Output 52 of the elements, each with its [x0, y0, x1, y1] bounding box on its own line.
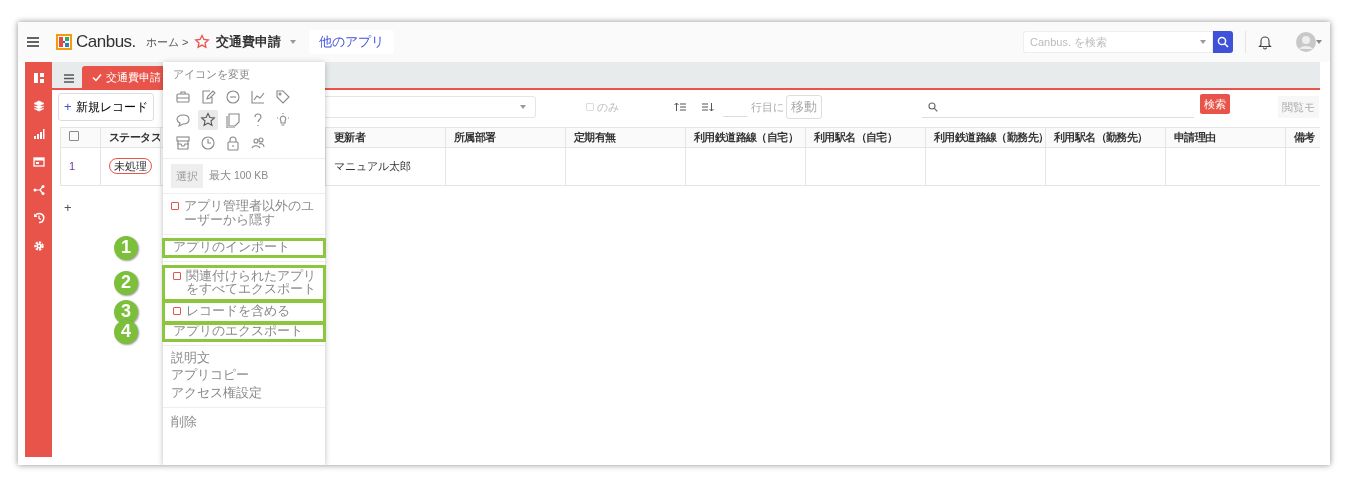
new-record-button[interactable]: + 新規レコード	[58, 93, 154, 121]
settings-icon[interactable]	[32, 240, 45, 252]
menu-label: アイコンを変更	[173, 67, 251, 82]
check-icon	[92, 72, 102, 82]
caret-icon[interactable]	[1316, 39, 1322, 45]
select-all-checkbox[interactable]	[69, 130, 79, 141]
only-checkbox[interactable]: のみ	[585, 98, 619, 116]
menu-item[interactable]: 説明文	[171, 351, 210, 366]
menu-icon[interactable]	[26, 36, 40, 48]
card-icon[interactable]	[32, 156, 45, 168]
checkbox[interactable]	[173, 271, 181, 280]
search-icon	[927, 101, 938, 112]
star-icon	[194, 34, 211, 50]
sort-descending-icon[interactable]	[701, 102, 714, 112]
checkbox[interactable]	[173, 307, 181, 315]
move-button[interactable]: 移動	[785, 94, 822, 120]
breadcrumb-link[interactable]: ホーム >	[145, 33, 189, 51]
table-cell: マニュアル太郎	[334, 160, 411, 173]
tab-label: 交通費申請	[106, 69, 161, 85]
other-apps-button[interactable]: 他のアプリ	[309, 29, 395, 55]
upload-note: 最大 100 KB	[209, 168, 269, 184]
history-icon[interactable]	[32, 212, 45, 224]
sort-ascending-icon[interactable]	[673, 102, 686, 112]
row-label: 行目に	[750, 99, 784, 115]
add-row-button[interactable]: +	[64, 198, 72, 218]
row-number: 1	[69, 160, 76, 173]
search-button[interactable]: 検索	[1199, 93, 1230, 115]
menu-item[interactable]: アプリのインポート	[173, 240, 290, 255]
network-icon[interactable]	[32, 184, 45, 196]
checkbox[interactable]	[171, 202, 179, 211]
logo-text: Canbus.	[76, 31, 136, 54]
menu-item[interactable]: アクセス権設定	[171, 387, 262, 401]
checkbox-label[interactable]: アプリ管理者以外のユーザーから隠す	[184, 200, 317, 228]
bell-icon[interactable]	[1258, 34, 1272, 50]
caret-icon[interactable]	[289, 39, 298, 45]
checkbox-label[interactable]: 関連付けられたアプリをすべてエクスポート	[186, 269, 317, 297]
view-mode-button[interactable]: 閲覧モ	[1277, 95, 1319, 119]
search-button[interactable]	[1213, 31, 1233, 53]
menu-item[interactable]: アプリのエクスポート	[173, 324, 303, 339]
checkbox-label[interactable]: レコードを含める	[186, 305, 290, 319]
dashboard-icon[interactable]	[32, 72, 45, 84]
menu-item[interactable]: 削除	[171, 415, 197, 430]
menu-item[interactable]: アプリコピー	[171, 369, 249, 383]
select-file-button[interactable]: 選択	[171, 163, 203, 189]
caret-icon[interactable]	[518, 104, 527, 110]
layers-icon[interactable]	[32, 100, 45, 112]
bar-chart-icon[interactable]	[32, 128, 45, 140]
star-icon[interactable]	[198, 109, 218, 130]
logo-icon	[56, 34, 72, 50]
search-icon	[1217, 36, 1229, 48]
column-header[interactable]: 更新者	[334, 130, 366, 143]
app-title: 交通費申請	[216, 33, 282, 52]
